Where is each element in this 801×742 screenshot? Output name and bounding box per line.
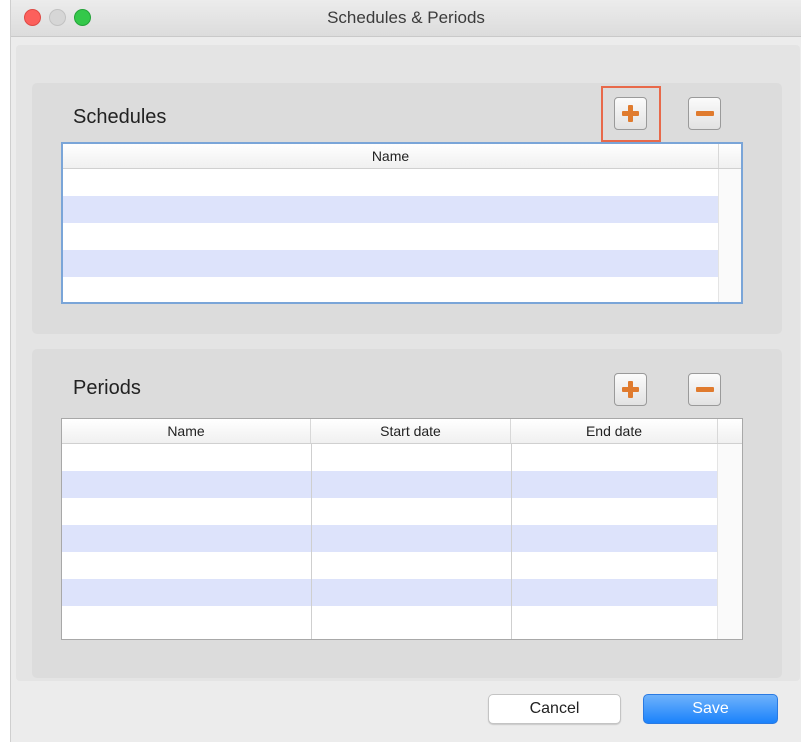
table-row[interactable] xyxy=(62,444,742,471)
window-title: Schedules & Periods xyxy=(327,8,485,27)
column-header-end-date[interactable]: End date xyxy=(511,419,718,443)
table-row[interactable] xyxy=(63,169,741,196)
table-row[interactable] xyxy=(62,579,742,606)
plus-icon xyxy=(622,105,639,122)
table-row[interactable] xyxy=(62,606,742,633)
column-divider xyxy=(511,444,512,639)
table-row[interactable] xyxy=(62,552,742,579)
table-row[interactable] xyxy=(62,525,742,552)
periods-table-header: Name Start date End date xyxy=(62,419,742,444)
plus-icon xyxy=(622,381,639,398)
save-button[interactable]: Save xyxy=(643,694,778,724)
periods-rows xyxy=(62,444,742,633)
periods-scroll-gutter xyxy=(717,444,742,639)
title-bar: Schedules & Periods xyxy=(11,0,801,37)
schedules-title: Schedules xyxy=(73,106,167,128)
table-row[interactable] xyxy=(63,223,741,250)
table-row[interactable] xyxy=(62,471,742,498)
table-row[interactable] xyxy=(62,498,742,525)
schedules-rows xyxy=(63,169,741,302)
remove-period-button[interactable] xyxy=(688,373,721,406)
column-header-start-date[interactable]: Start date xyxy=(311,419,511,443)
minus-icon xyxy=(695,387,714,392)
column-header-name[interactable]: Name xyxy=(62,419,311,443)
remove-schedule-button[interactable] xyxy=(688,97,721,130)
schedules-scroll-gutter xyxy=(718,169,741,302)
table-row[interactable] xyxy=(63,277,741,302)
column-divider xyxy=(311,444,312,639)
cancel-button[interactable]: Cancel xyxy=(488,694,621,724)
table-row[interactable] xyxy=(63,196,741,223)
periods-title: Periods xyxy=(73,377,141,399)
periods-table[interactable]: Name Start date End date xyxy=(61,418,743,640)
table-row[interactable] xyxy=(63,250,741,277)
column-header-name[interactable]: Name xyxy=(63,144,719,168)
schedules-table-header: Name xyxy=(63,144,741,169)
add-schedule-button[interactable] xyxy=(614,97,647,130)
schedules-table[interactable]: Name xyxy=(61,142,743,304)
minus-icon xyxy=(695,111,714,116)
add-period-button[interactable] xyxy=(614,373,647,406)
